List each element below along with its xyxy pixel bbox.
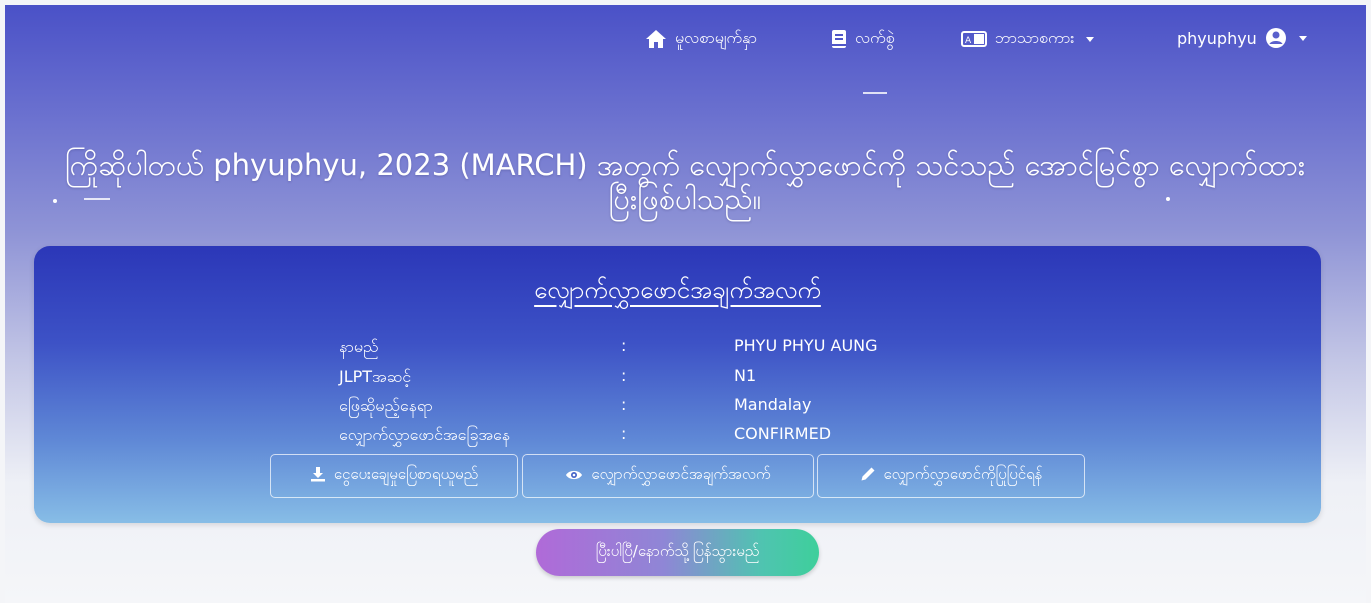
nav-home-label: မူလစာမျက်နှာ (675, 28, 757, 47)
edit-application-button[interactable]: လျှောက်လွှာဖောင်ကိုပြုပြင်ရန် (817, 454, 1085, 498)
info-row-status: လျှောက်လွှာဖောင်အခြေအနေ : CONFIRMED (34, 424, 1321, 452)
page-background: မူလစာမျက်နှာ လက်စွဲ A ဘာသာစကား phyuphyu … (5, 5, 1366, 603)
user-circle-icon (1265, 27, 1287, 49)
decorative-dash (863, 92, 887, 94)
download-icon (310, 466, 326, 486)
info-colon: : (621, 336, 627, 355)
status-value: CONFIRMED (734, 424, 832, 443)
nav-handbook-label: လက်စွဲ (855, 28, 895, 47)
info-label: နာမည် (339, 337, 379, 356)
chevron-down-icon (1086, 36, 1095, 42)
info-label: ဖြေဆိုမည့်နေရာ (339, 396, 433, 415)
pencil-icon (860, 466, 876, 486)
nav-user-label: phyuphyu (1177, 28, 1257, 48)
nav-language-dropdown[interactable]: A ဘာသာစကား (961, 27, 1095, 51)
nav-home-link[interactable]: မူလစာမျက်နှာ (645, 27, 757, 51)
welcome-headline: ကြိုဆိုပါတယ် phyuphyu, 2023 (MARCH) အတွက… (64, 148, 1306, 216)
nav-language-label: ဘာသာစကား (995, 28, 1075, 47)
translate-icon: A (961, 31, 987, 47)
info-colon: : (621, 395, 627, 414)
info-row-name: နာမည် : PHYU PHYU AUNG (34, 336, 1321, 364)
book-icon (831, 29, 847, 49)
nav-user-dropdown[interactable]: phyuphyu (1177, 27, 1307, 49)
info-value: Mandalay (734, 395, 812, 414)
info-value: N1 (734, 366, 757, 385)
application-info-card: လျှောက်လွှာဖောင်အချက်အလက် နာမည် : PHYU P… (34, 246, 1321, 523)
info-label: လျှောက်လွှာဖောင်အခြေအနေ (339, 425, 510, 444)
download-receipt-label: ငွေပေးချေမှုပြေစာရယူမည် (333, 465, 479, 483)
home-icon (645, 29, 667, 49)
eye-icon (565, 467, 583, 485)
info-label: JLPTအဆင့် (339, 367, 412, 386)
info-colon: : (621, 366, 627, 385)
info-row-level: JLPTအဆင့် : N1 (34, 366, 1321, 394)
info-row-location: ဖြေဆိုမည့်နေရာ : Mandalay (34, 395, 1321, 423)
info-colon: : (621, 424, 627, 443)
nav-handbook-link[interactable]: လက်စွဲ (831, 27, 895, 51)
info-value: PHYU PHYU AUNG (734, 336, 878, 355)
done-back-button[interactable]: ပြီးပါပြီ/နောက်သို့ပြန်သွားမည် (536, 529, 819, 576)
view-details-label: လျှောက်လွှာဖောင်အချက်အလက် (591, 465, 771, 483)
chevron-down-icon (1298, 35, 1307, 41)
card-title: လျှောက်လွှာဖောင်အချက်အလက် (534, 276, 821, 304)
view-details-button[interactable]: လျှောက်လွှာဖောင်အချက်အလက် (522, 454, 814, 498)
edit-application-label: လျှောက်လွှာဖောင်ကိုပြုပြင်ရန် (883, 465, 1043, 483)
svg-text:A: A (965, 36, 972, 46)
download-receipt-button[interactable]: ငွေပေးချေမှုပြေစာရယူမည် (270, 454, 518, 498)
top-navbar: မူလစာမျက်နှာ လက်စွဲ A ဘာသာစကား phyuphyu (5, 27, 1366, 57)
